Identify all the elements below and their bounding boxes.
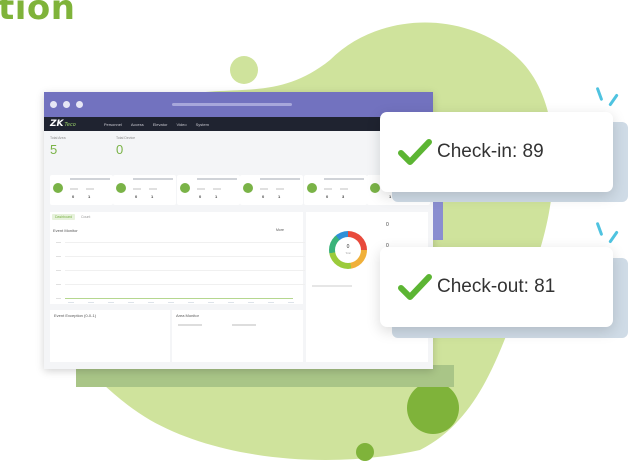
metric-card[interactable]: 01	[113, 175, 176, 205]
checkin-card: Check-in: 89	[380, 112, 613, 192]
stat-label: Total Area	[50, 136, 66, 140]
more-button[interactable]: More	[276, 228, 284, 232]
area-monitor-panel: Area Monitor	[172, 310, 303, 362]
tab-count[interactable]: Count	[78, 214, 93, 220]
browser-titlebar	[44, 92, 433, 117]
exception-panel: Event Exception (0-0-1)	[50, 310, 170, 362]
checkmark-icon	[398, 139, 432, 165]
app-window: ZKTeco Personnel Access Elevator Video S…	[44, 92, 433, 369]
status-icon	[370, 183, 380, 193]
checkout-label: Check-out: 81	[437, 276, 556, 297]
tab-dashboard[interactable]: Dashboard	[52, 214, 76, 220]
stats-row: Total Area 5 Total Device 0	[50, 136, 425, 166]
status-icon	[116, 183, 126, 193]
donut-value: 0	[346, 244, 350, 250]
metric-card[interactable]: 01	[50, 175, 113, 205]
status-icon	[180, 183, 190, 193]
address-bar[interactable]	[172, 103, 292, 106]
nav-item-video[interactable]: Video	[176, 122, 186, 127]
status-icon	[307, 183, 317, 193]
stat-total-area: Total Area 5	[50, 136, 66, 157]
nav-item-elevator[interactable]: Elevator	[153, 122, 168, 127]
app-navbar: ZKTeco Personnel Access Elevator Video S…	[44, 117, 433, 131]
checkin-label: Check-in: 89	[437, 141, 544, 162]
status-icon	[243, 183, 253, 193]
metric-card[interactable]: 01	[177, 175, 240, 205]
metric-cards-row: 01 01 01 01 03 11	[50, 175, 430, 205]
area-monitor-title: Area Monitor	[176, 313, 199, 318]
chart-line	[65, 298, 293, 299]
metric-card[interactable]: 03	[304, 175, 367, 205]
stat-value: 0	[116, 142, 124, 157]
chart-panel: Dashboard Count Event Monitor More	[50, 212, 305, 304]
stat-label: Total Device	[116, 136, 136, 140]
nav-item-system[interactable]: System	[196, 122, 209, 127]
stat-total-device: Total Device 0	[116, 136, 135, 157]
brand-logo: ZKTeco	[50, 119, 76, 129]
window-controls[interactable]	[50, 101, 83, 108]
exception-title: Event Exception (0-0-1)	[54, 313, 97, 318]
nav-item-personnel[interactable]: Personnel	[104, 122, 122, 127]
nav-item-access[interactable]: Access	[131, 122, 144, 127]
checkout-card: Check-out: 81	[380, 247, 613, 327]
stat-value: 5	[50, 142, 58, 157]
donut-chart: 0 Total	[329, 231, 367, 269]
status-icon	[53, 183, 63, 193]
checkmark-icon	[398, 274, 432, 300]
metric-card[interactable]: 01	[240, 175, 303, 205]
side-value: 0	[386, 222, 389, 228]
chart-title: Event Monitor	[53, 228, 78, 233]
